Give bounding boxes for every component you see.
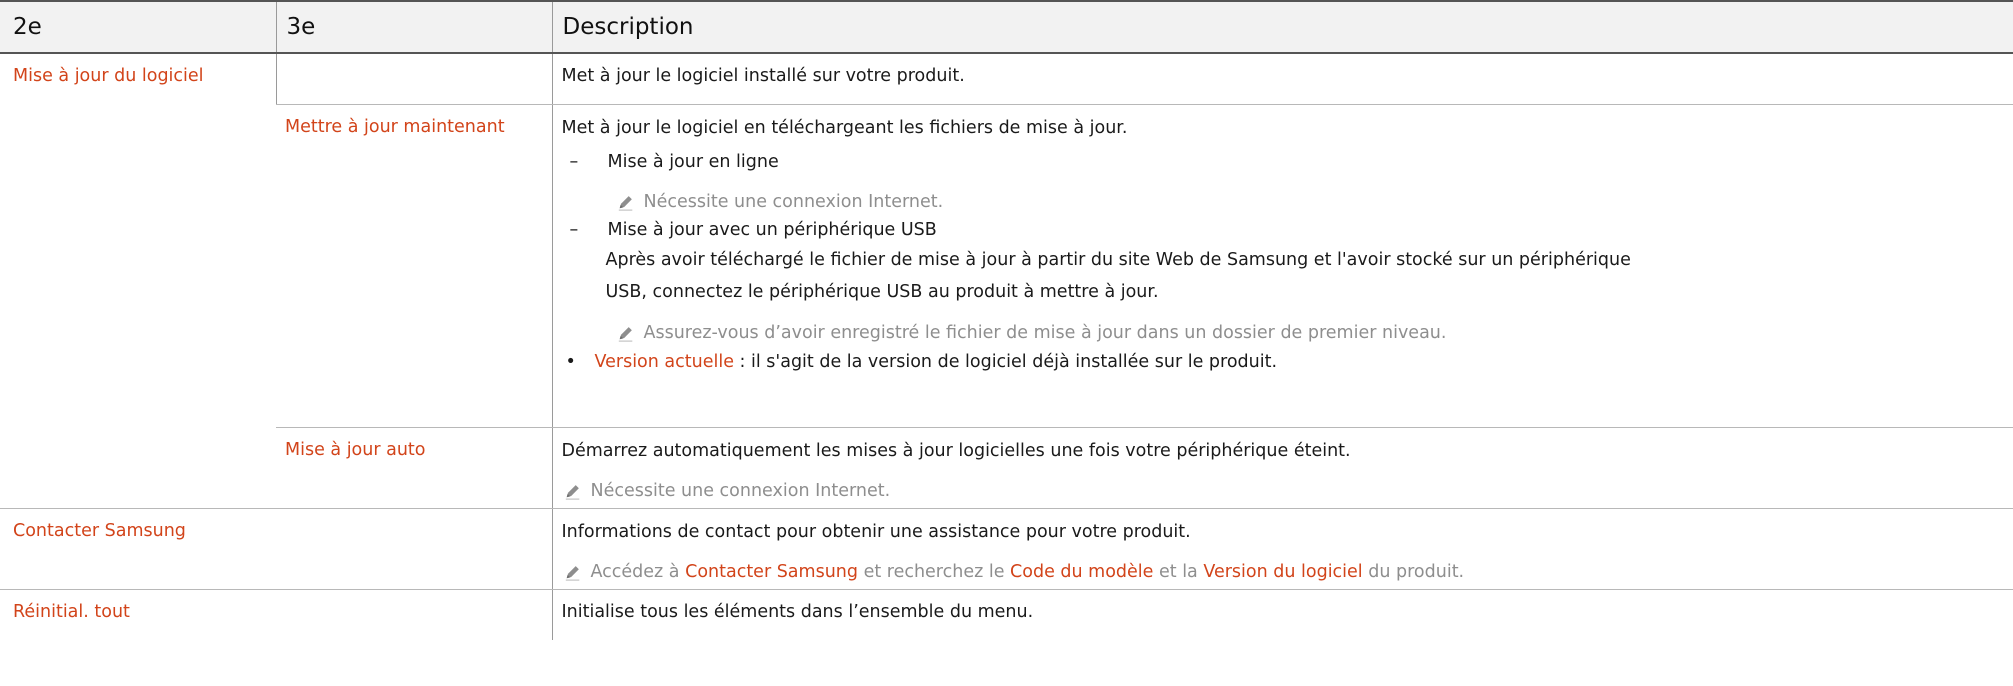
menu-item-contact-samsung[interactable]: Contacter Samsung <box>0 508 552 590</box>
update-now-label: Mettre à jour maintenant <box>285 117 505 137</box>
usb-text-line2: USB, connectez le périphérique USB au pr… <box>605 282 1159 302</box>
current-version-text: : il s'agit de la version de logiciel dé… <box>733 352 1278 372</box>
menu-item-update-now[interactable]: Mettre à jour maintenant <box>276 104 552 428</box>
description-cell: Initialise tous les éléments dans l’ense… <box>551 589 2013 640</box>
header-2e: 2e <box>0 0 276 54</box>
description-cell: Met à jour le logiciel installé sur votr… <box>551 53 2013 105</box>
software-update-label: Mise à jour du logiciel <box>13 66 204 86</box>
pencil-icon <box>565 566 579 581</box>
description-cell: Démarrez automatiquement les mises à jou… <box>551 427 2013 509</box>
reset-all-label: Réinitial. tout <box>13 602 130 622</box>
contact-samsung-label: Contacter Samsung <box>13 521 186 541</box>
description-cell: Informations de contact pour obtenir une… <box>551 508 2013 590</box>
header-description: Description <box>551 0 2013 54</box>
auto-update-desc: Démarrez automatiquement les mises à jou… <box>561 441 1351 461</box>
software-update-desc: Met à jour le logiciel installé sur votr… <box>561 66 965 86</box>
note: Nécessite une connexion Internet. <box>562 185 944 219</box>
usb-note: Assurez-vous d’avoir enregistré le fichi… <box>643 323 1447 343</box>
usb-text-line1: Après avoir téléchargé le fichier de mis… <box>605 250 1631 270</box>
list-item: – Mise à jour en ligne <box>569 152 779 172</box>
model-code-link[interactable]: Code du modèle <box>1010 562 1153 582</box>
online-update-label: Mise à jour en ligne <box>607 152 779 172</box>
empty-cell <box>275 53 552 105</box>
pencil-icon <box>565 485 579 500</box>
settings-table: 2e 3e Description Mise à jour du logicie… <box>0 0 2013 640</box>
software-version-link[interactable]: Version du logiciel <box>1203 562 1362 582</box>
list-item: • Version actuelle : il s'agit de la vers… <box>565 352 1278 372</box>
reset-desc: Initialise tous les éléments dans l’ense… <box>561 602 1034 622</box>
update-now-desc: Met à jour le logiciel en téléchargeant … <box>561 118 1128 138</box>
header-3e: 3e <box>275 0 552 54</box>
auto-update-note: Nécessite une connexion Internet. <box>590 481 891 501</box>
note: Assurez-vous d’avoir enregistré le fichi… <box>562 315 1447 351</box>
table-row: Mise à jour du logiciel Met à jour le lo… <box>0 53 2013 509</box>
current-version-label[interactable]: Version actuelle <box>595 352 734 372</box>
menu-item-reset-all[interactable]: Réinitial. tout <box>0 590 552 641</box>
usb-update-label: Mise à jour avec un périphérique USB <box>607 220 937 240</box>
list-item: – Mise à jour avec un périphérique USB <box>569 220 937 240</box>
table-row: Mettre à jour maintenant Met à jour le l… <box>0 104 2013 428</box>
table-header-row: 2e 3e Description <box>0 0 2013 54</box>
description-cell: Met à jour le logiciel en téléchargeant … <box>551 104 2013 428</box>
pencil-icon <box>618 327 632 342</box>
pencil-icon <box>618 196 632 211</box>
menu-item-software-update[interactable]: Mise à jour du logiciel <box>0 53 276 509</box>
online-note: Nécessite une connexion Internet. <box>643 192 944 212</box>
contact-note: Accédez à Contacter Samsung et recherche… <box>590 562 1465 582</box>
auto-update-label: Mise à jour auto <box>285 440 426 460</box>
note: Nécessite une connexion Internet. <box>562 474 891 508</box>
contact-desc: Informations de contact pour obtenir une… <box>561 522 1191 542</box>
table-row: Mise à jour auto Démarrez automatiquemen… <box>0 427 2013 509</box>
contact-samsung-link[interactable]: Contacter Samsung <box>685 562 858 582</box>
note: Accédez à Contacter Samsung et recherche… <box>562 555 1465 589</box>
table-row: Réinitial. tout Initialise tous les élém… <box>0 589 2013 641</box>
menu-item-auto-update[interactable]: Mise à jour auto <box>276 427 552 509</box>
table-row: Contacter Samsung Informations de contac… <box>0 508 2013 590</box>
